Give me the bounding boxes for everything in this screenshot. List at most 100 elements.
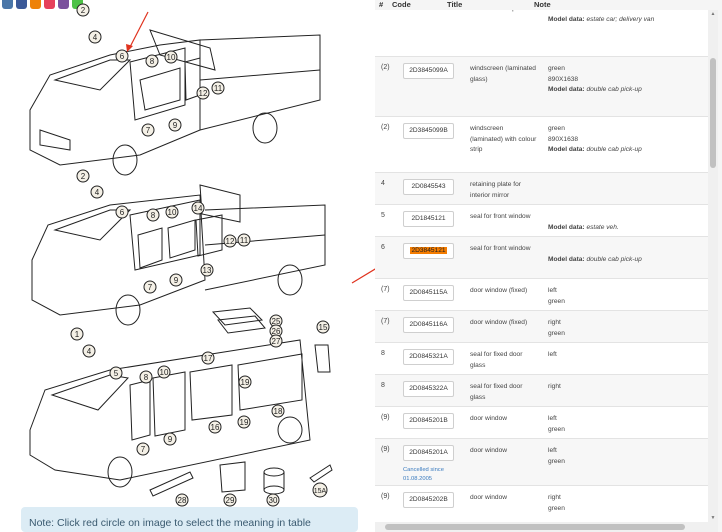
table-row[interactable]: (9) 2D0845201B door window left green [375, 406, 708, 438]
parts-diagram[interactable]: 246 8 10 7 9 12 11 246 8 10 14 12 11 13 97 145 8… [0, 0, 365, 532]
parts-table: # Code Title Note with colour strip doubl… [375, 0, 722, 532]
table-body: with colour strip double cabModel data: e… [375, 10, 708, 522]
part-note: left green [548, 447, 565, 465]
scroll-down-icon[interactable]: ▼ [710, 515, 716, 521]
part-code-field[interactable]: 2D0845115A [403, 285, 454, 301]
svg-text:8: 8 [150, 57, 155, 66]
part-title: windscreen (laminated) with colour strip [470, 125, 537, 153]
part-note: left green [548, 415, 565, 433]
part-code-field[interactable]: 2D0845543 [403, 179, 454, 195]
row-number: 4 [381, 180, 385, 187]
row-number: (2) [381, 124, 390, 131]
table-row[interactable]: (9) 2D0845201A door window left green Cancell… [375, 438, 708, 485]
table-row[interactable]: with colour strip double cabModel data: e… [375, 10, 708, 56]
table-row[interactable]: (2) 2D3845099A windscreen (laminated glass… [375, 56, 708, 116]
part-title: seal for fixed door glass [470, 351, 523, 369]
part-code-field[interactable]: 2D0845321A [403, 349, 454, 365]
table-row[interactable]: (7) 2D0845115A door window (fixed) left gree… [375, 278, 708, 310]
svg-text:7: 7 [148, 283, 153, 292]
row-number: (9) [381, 414, 390, 421]
svg-text:29: 29 [226, 496, 235, 505]
table-header: # Code Title Note [375, 0, 708, 10]
part-title: windscreen (laminated glass) [470, 65, 536, 83]
table-row[interactable]: 6 2D3845121 seal for front window Model da… [375, 236, 708, 278]
svg-text:14: 14 [194, 204, 203, 213]
svg-text:7: 7 [146, 126, 151, 135]
van-glass-diagram[interactable]: 246 8 107 91211 246 8 10 14 12 1113 97 145 8… [0, 0, 365, 510]
svg-text:2: 2 [81, 6, 86, 15]
part-note: green 890X1638 Model data: double cab pick… [548, 125, 642, 153]
svg-text:16: 16 [211, 423, 220, 432]
svg-text:26: 26 [272, 327, 281, 336]
part-code-field[interactable]: 2D0845116A [403, 317, 454, 333]
part-title: door window [470, 415, 508, 422]
svg-text:12: 12 [226, 237, 235, 246]
row-number: 8 [381, 382, 385, 389]
horizontal-scrollbar[interactable] [375, 522, 718, 532]
row-number: (2) [381, 64, 390, 71]
part-code-field[interactable]: 2D3845099B [403, 123, 454, 139]
part-note: double cabModel data: estate car; delive… [548, 10, 655, 23]
part-code-field[interactable]: 2D3845099A [403, 63, 454, 79]
svg-text:15A: 15A [314, 488, 327, 495]
part-code-field[interactable]: 2D1845121 [403, 211, 454, 227]
svg-text:25: 25 [272, 317, 281, 326]
hscroll-thumb[interactable] [385, 524, 685, 530]
part-code-field[interactable]: 2D3845121 [403, 243, 454, 259]
row-number: (7) [381, 318, 390, 325]
svg-text:4: 4 [93, 33, 98, 42]
part-note: right green [548, 319, 565, 337]
vertical-scrollbar[interactable]: ▲ ▼ [708, 10, 718, 522]
svg-text:6: 6 [120, 52, 125, 61]
svg-text:9: 9 [168, 435, 173, 444]
table-row[interactable]: 8 2D0845321A seal for fixed door glass left [375, 342, 708, 374]
svg-text:19: 19 [240, 418, 249, 427]
table-row[interactable]: (7) 2D0845116A door window (fixed) right gre… [375, 310, 708, 342]
header-num: # [379, 0, 384, 9]
row-number: 5 [381, 212, 385, 219]
svg-text:28: 28 [178, 496, 187, 505]
part-title: seal for fixed door glass [470, 383, 523, 401]
svg-text:8: 8 [144, 373, 149, 382]
svg-text:1: 1 [75, 330, 80, 339]
table-row[interactable]: (9) 2D0845202B door window right green [375, 485, 708, 522]
svg-text:13: 13 [203, 266, 212, 275]
row-number: (7) [381, 286, 390, 293]
table-row[interactable]: 8 2D0845322A seal for fixed door glass righ… [375, 374, 708, 406]
row-number: (9) [381, 493, 390, 500]
part-title: seal for front window [470, 213, 531, 220]
svg-text:10: 10 [167, 53, 176, 62]
part-code-field[interactable]: 2D0845322A [403, 381, 454, 397]
table-row[interactable]: 5 2D1845121 seal for front window Model da… [375, 204, 708, 236]
svg-text:10: 10 [168, 208, 177, 217]
svg-text:9: 9 [173, 121, 178, 130]
part-title: door window [470, 447, 508, 454]
part-code-field[interactable]: 2D0845201B [403, 413, 454, 429]
svg-text:10: 10 [160, 368, 169, 377]
scroll-thumb[interactable] [710, 58, 716, 168]
row-number: 8 [381, 350, 385, 357]
diagram-note: Note: Click red circle on image to selec… [21, 507, 358, 532]
svg-text:12: 12 [199, 89, 208, 98]
part-title: with colour strip [470, 10, 538, 15]
part-code-field[interactable]: 2D0845202B [403, 492, 454, 508]
part-title: door window (fixed) [470, 319, 528, 326]
svg-text:9: 9 [174, 276, 179, 285]
table-row[interactable]: (2) 2D3845099B windscreen (laminated) with… [375, 116, 708, 172]
part-code-field[interactable]: 2D0845201A [403, 445, 454, 461]
svg-text:5: 5 [114, 369, 119, 378]
part-note: green 890X1638 Model data: double cab pick… [548, 65, 642, 93]
row-number: 6 [381, 244, 385, 251]
table-row[interactable]: 4 2D0845543 retaining plate for interior m… [375, 172, 708, 204]
part-note: right green [548, 494, 565, 512]
part-note: left [548, 351, 557, 358]
svg-text:6: 6 [120, 208, 125, 217]
part-note: Model data: double cab pick-up [548, 255, 642, 263]
header-title: Title [447, 0, 463, 9]
scroll-up-icon[interactable]: ▲ [710, 11, 716, 17]
svg-text:4: 4 [95, 188, 100, 197]
svg-text:2: 2 [81, 172, 86, 181]
svg-text:15: 15 [319, 323, 328, 332]
svg-text:7: 7 [141, 445, 146, 454]
header-code: Code [392, 0, 411, 9]
